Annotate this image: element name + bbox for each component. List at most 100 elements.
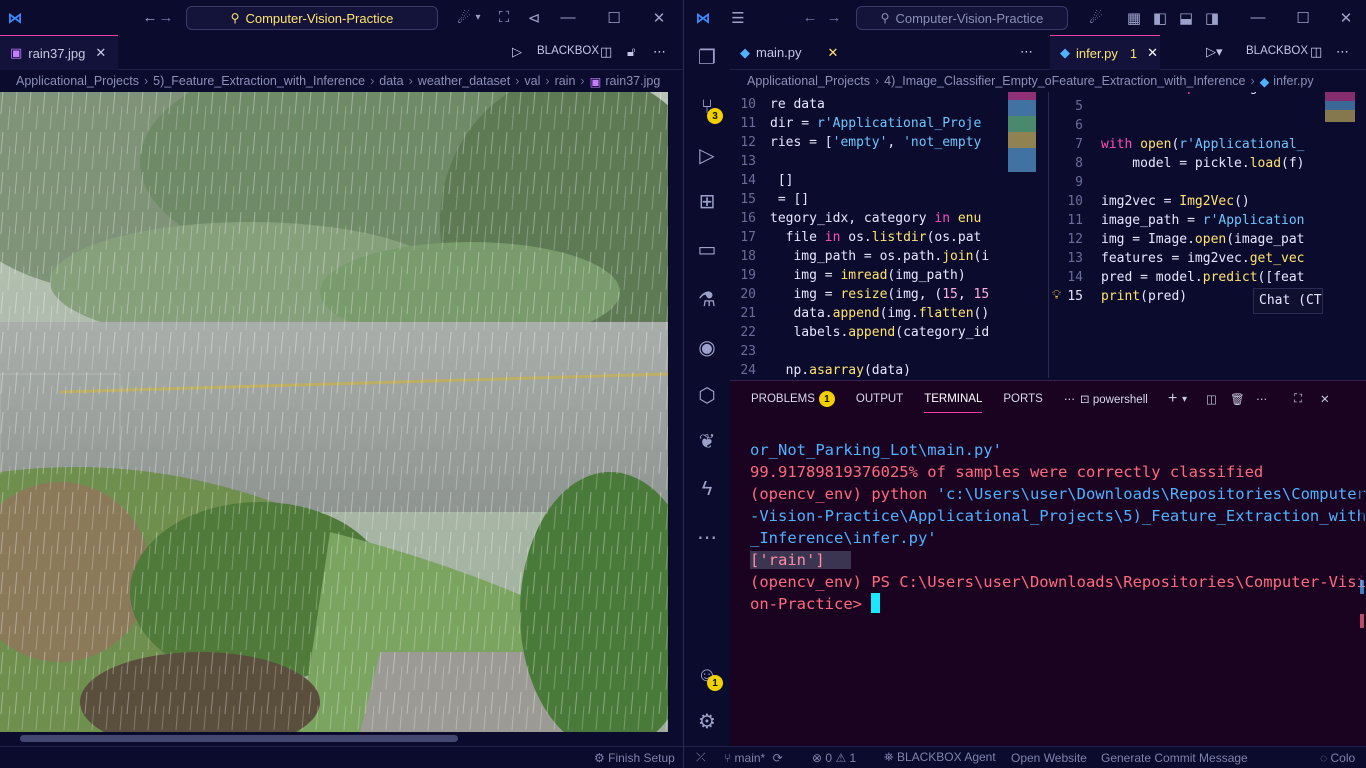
lightbulb-icon[interactable]: 💡︎	[1052, 288, 1061, 303]
lightning-icon[interactable]: ϟ	[684, 469, 730, 509]
extensions-icon[interactable]: ⊞	[684, 181, 730, 221]
open-website-item[interactable]: Open Website	[1011, 751, 1087, 765]
maximize-panel-icon[interactable]: ⛶	[1294, 393, 1302, 406]
forward-arrow-icon[interactable]: →	[820, 0, 848, 35]
copilot-icon[interactable]: ☄	[1082, 0, 1110, 35]
tab-rain37[interactable]: ▣ rain37.jpg ✕	[0, 35, 118, 70]
maximize-icon[interactable]: ☐	[1289, 0, 1317, 35]
more-actions-icon[interactable]: ⋯	[653, 44, 666, 60]
more-actions-icon[interactable]: ⋯	[1020, 44, 1033, 60]
tab-infer-py[interactable]: ◆ infer.py 1 ✕	[1050, 35, 1160, 70]
breadcrumb-item[interactable]: Feature_Extraction_with_Inference	[1052, 74, 1246, 88]
blackbox-button[interactable]: BLACKBOX	[1246, 45, 1308, 57]
problems-item[interactable]: ⊗ 0 ⚠ 1	[812, 751, 856, 765]
breadcrumb-item[interactable]: infer.py	[1273, 74, 1313, 88]
chevron-down-icon[interactable]: ▾	[464, 0, 492, 35]
generate-commit-item[interactable]: Generate Commit Message	[1101, 751, 1248, 765]
layout-icon[interactable]: ⛶	[490, 0, 518, 35]
code-editor-window: ⋈ ☰ ← → ⚲ Computer-Vision-Practice ☄ ▦ ◧…	[684, 0, 1366, 768]
tab-output[interactable]: OUTPUT	[856, 393, 903, 405]
breadcrumb-item[interactable]: data	[379, 74, 403, 88]
split-terminal-icon[interactable]: ◫	[1206, 392, 1217, 406]
explorer-icon[interactable]: ❐	[684, 37, 730, 77]
split-editor-icon[interactable]: ◫	[1310, 44, 1322, 60]
settings-gear-icon[interactable]: ⚙	[684, 701, 730, 741]
close-tab-icon[interactable]: ✕	[95, 45, 106, 61]
breadcrumb-item[interactable]: 4)_Image_Classifier_Empty_o	[884, 74, 1051, 88]
code-line: 7 with open(r'Applicational_	[1049, 135, 1366, 154]
pin-icon[interactable]: ⊲	[520, 0, 548, 35]
forward-arrow-icon[interactable]: →	[152, 0, 180, 35]
branch-item[interactable]: ⑂ main* ⟳	[724, 751, 783, 765]
account-icon[interactable]: ☺	[684, 655, 730, 695]
source-control-icon[interactable]: ⑂	[684, 87, 730, 127]
close-tab-icon[interactable]: ✕	[1147, 45, 1158, 61]
tab-ports[interactable]: PORTS	[1003, 393, 1042, 405]
more-panel-icon[interactable]: ⋯	[1064, 392, 1076, 406]
blackbox-icon: ⛯	[884, 750, 894, 764]
close-window-icon[interactable]: ✕	[1332, 0, 1360, 35]
terminal-scrollbar[interactable]	[1360, 417, 1364, 757]
testing-icon[interactable]: ⚗	[684, 279, 730, 319]
agent-label: BLACKBOX Agent	[896, 750, 996, 764]
breadcrumb-item[interactable]: Applicational_Projects	[747, 74, 870, 88]
trash-icon[interactable]: 🗑︎	[1230, 392, 1245, 406]
main-py-editor[interactable]: 10 re data 11 dir = r'Applicational_Proje 12…	[730, 92, 1048, 378]
breadcrumb-item[interactable]: rain37.jpg	[605, 74, 660, 88]
code-text: img = Image.open(image_pat	[1101, 232, 1305, 247]
vscode-logo-icon: ⋈	[7, 9, 23, 27]
split-editor-icon[interactable]: ◫	[600, 44, 612, 60]
blackbox-agent-item[interactable]: ⛯ BLACKBOX Agent	[884, 750, 996, 765]
toggle-sidebar-icon[interactable]: ◧	[1146, 0, 1174, 35]
github-icon[interactable]: ◉	[684, 327, 730, 367]
toggle-panel-icon[interactable]: ⬓	[1172, 0, 1200, 35]
tab-terminal[interactable]: TERMINAL	[924, 393, 983, 413]
leaf-icon[interactable]: ❦	[684, 421, 730, 461]
infer-py-editor[interactable]: 4from PIL import Image567with open(r'App…	[1049, 92, 1366, 378]
command-center-search[interactable]: ⚲ Computer-Vision-Practice	[186, 6, 438, 30]
chevron-down-icon[interactable]: ▾	[1182, 394, 1187, 405]
close-tab-icon[interactable]: ✕	[828, 45, 839, 61]
unlock-icon[interactable]: 🔓︎	[627, 44, 635, 60]
color-item[interactable]: ◌ Colo	[1320, 751, 1355, 765]
layout-customize-icon[interactable]: ▦	[1120, 0, 1148, 35]
toggle-secondary-sidebar-icon[interactable]: ◨	[1198, 0, 1226, 35]
container-icon[interactable]: ⬡	[684, 375, 730, 415]
breadcrumb-item[interactable]: rain	[555, 74, 576, 88]
chat-hint[interactable]: Chat (CT	[1253, 288, 1323, 314]
title-bar: ⋈ ← → ⚲ Computer-Vision-Practice ☄ ▾ ⛶ ⊲…	[0, 0, 683, 35]
close-window-icon[interactable]: ✕	[645, 0, 673, 35]
breadcrumb-item[interactable]: weather_dataset	[418, 74, 510, 88]
horizontal-scrollbar[interactable]	[20, 735, 458, 742]
remote-explorer-icon[interactable]: ▭	[684, 229, 730, 269]
finish-setup-item[interactable]: ⚙ Finish Setup	[594, 751, 675, 765]
vertical-scrollbar[interactable]	[671, 92, 679, 712]
code-line: 20 img = resize(img, (15, 15	[730, 285, 1048, 304]
code-text: with open(r'Applicational_	[1101, 137, 1305, 152]
more-actions-icon[interactable]: ⋯	[1256, 392, 1268, 406]
breadcrumb-item[interactable]: Applicational_Projects	[16, 74, 139, 88]
new-terminal-icon[interactable]: +	[1168, 390, 1177, 408]
terminal-output[interactable]: or_Not_Parking_Lot\main.py' 99.9178981937…	[750, 417, 1366, 659]
tab-main-py[interactable]: ◆ main.py ✕	[730, 35, 850, 70]
minimap[interactable]	[1325, 92, 1355, 122]
remote-icon[interactable]: ⤫	[696, 750, 706, 765]
minimize-icon[interactable]: —	[1244, 0, 1272, 35]
breadcrumb-item[interactable]: val	[524, 74, 540, 88]
close-panel-icon[interactable]: ✕	[1320, 392, 1330, 406]
run-icon[interactable]: ▷▾	[1206, 44, 1223, 60]
editor-tab-bar: ◆ main.py ✕ ⋯ ◆ infer.py 1 ✕ ▷▾ BLACKBOX…	[730, 35, 1366, 70]
terminal-shell-selector[interactable]: ⊡ powershell	[1080, 392, 1148, 406]
run-debug-icon[interactable]: ▷	[684, 135, 730, 175]
blackbox-button[interactable]: BLACKBOX	[537, 45, 599, 57]
minimap[interactable]	[1008, 92, 1036, 172]
maximize-icon[interactable]: ☐	[600, 0, 628, 35]
menu-icon[interactable]: ☰	[724, 0, 752, 35]
more-actions-icon[interactable]: ⋯	[1336, 44, 1349, 60]
breadcrumb-item[interactable]: 5)_Feature_Extraction_with_Inference	[153, 74, 365, 88]
command-center-search[interactable]: ⚲ Computer-Vision-Practice	[856, 6, 1068, 30]
run-icon[interactable]: ▷	[512, 44, 522, 60]
tab-problems[interactable]: PROBLEMS	[751, 393, 815, 405]
more-views-icon[interactable]: ⋯	[684, 517, 730, 557]
minimize-icon[interactable]: —	[554, 0, 582, 35]
